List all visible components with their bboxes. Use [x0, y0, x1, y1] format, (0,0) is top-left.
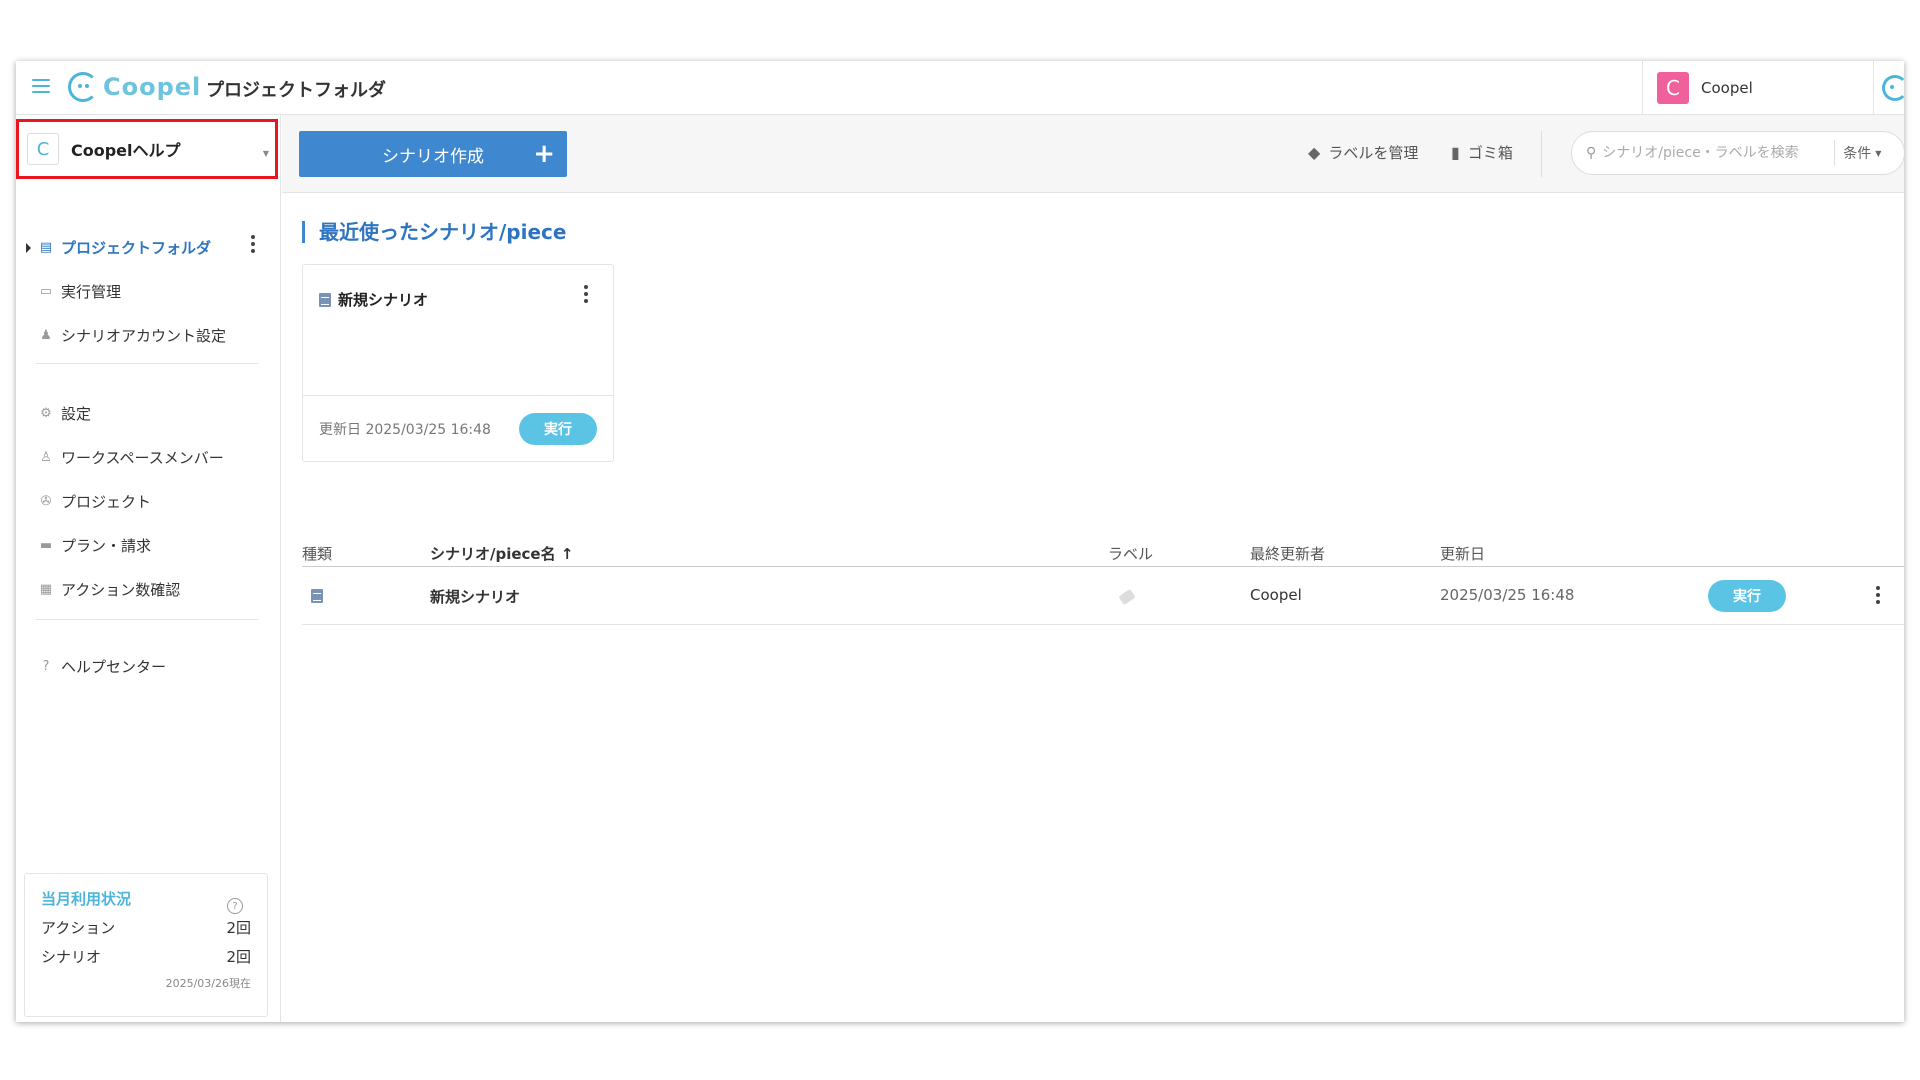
- create-scenario-label: シナリオ作成: [382, 146, 484, 167]
- workspace-icon: C: [27, 133, 59, 165]
- card-updated-date: 更新日 2025/03/25 16:48: [319, 421, 491, 438]
- workspace-name: Coopelヘルプ: [71, 141, 181, 160]
- card-more-icon[interactable]: [583, 285, 589, 306]
- divider: [1541, 131, 1542, 177]
- search-icon: ⚲: [1586, 145, 1597, 161]
- sidebar-item-label: 実行管理: [61, 283, 122, 301]
- trash-icon: ▮: [1451, 143, 1460, 162]
- sidebar-item-settings[interactable]: ⚙ 設定: [38, 403, 91, 424]
- usage-label: シナリオ: [41, 948, 102, 966]
- card-footer: 更新日 2025/03/25 16:48 実行: [303, 395, 613, 461]
- document-icon: [311, 589, 323, 603]
- logo-mark-icon: [68, 72, 98, 102]
- usage-value: 2回: [226, 948, 251, 966]
- conditions-label: 条件: [1843, 146, 1872, 162]
- run-button[interactable]: 実行: [1708, 580, 1786, 612]
- usage-title: 当月利用状況: [41, 890, 132, 908]
- gear-icon: ⚙: [40, 406, 52, 421]
- usage-as-of: 2025/03/26現在: [165, 977, 251, 990]
- create-scenario-button[interactable]: シナリオ作成 +: [299, 131, 567, 177]
- document-icon: [319, 292, 331, 307]
- sidebar-item-project-folder[interactable]: ▤ プロジェクトフォルダ: [38, 237, 211, 258]
- monthly-usage-panel: 当月利用状況 ? アクション 2回 シナリオ 2回 2025/03/26現在: [24, 873, 268, 1017]
- sidebar-item-label: ワークスペースメンバー: [61, 449, 224, 467]
- sidebar-item-label: プロジェクトフォルダ: [61, 239, 212, 257]
- usage-value: 2回: [226, 919, 251, 937]
- manage-labels-label: ラベルを管理: [1328, 144, 1419, 162]
- top-bar: Coopel プロジェクトフォルダ C Coopel: [16, 61, 1904, 115]
- tag-icon: ◆: [1308, 143, 1321, 162]
- search-box: ⚲ 条件 ▼: [1571, 131, 1904, 175]
- sidebar-item-plan-billing[interactable]: ▬ プラン・請求: [38, 535, 151, 556]
- logo-text: Coopel: [103, 73, 202, 101]
- help-icon: ?: [42, 659, 50, 674]
- column-updated[interactable]: 更新日: [1440, 543, 1485, 564]
- page-title: プロジェクトフォルダ: [206, 80, 386, 101]
- conditions-dropdown[interactable]: 条件 ▼: [1834, 140, 1881, 166]
- app-window: Coopel プロジェクトフォルダ C Coopel C Coopelヘルプ ▼…: [16, 61, 1904, 1022]
- row-more-icon[interactable]: [1875, 586, 1881, 607]
- folder-more-icon[interactable]: [250, 235, 256, 257]
- menu-icon[interactable]: [32, 79, 50, 95]
- table-row[interactable]: 新規シナリオ Coopel 2025/03/25 16:48 実行: [302, 567, 1904, 625]
- row-name[interactable]: 新規シナリオ: [430, 586, 520, 607]
- card-name: 新規シナリオ: [338, 291, 429, 309]
- scenario-table: 種類 シナリオ/piece名 ↑ ラベル 最終更新者 更新日 新規シナリオ Co…: [302, 541, 1904, 625]
- card-title[interactable]: 新規シナリオ: [319, 289, 428, 310]
- sidebar-item-scenario-account[interactable]: ♟ シナリオアカウント設定: [38, 325, 226, 346]
- sidebar-item-label: プラン・請求: [61, 537, 152, 555]
- toolbar: シナリオ作成 + ◆ ラベルを管理 ▮ ゴミ箱 ⚲ 条件 ▼: [282, 115, 1904, 193]
- tag-icon[interactable]: [1118, 588, 1136, 606]
- chevron-down-icon: ▼: [262, 149, 269, 158]
- usage-row-scenario: シナリオ 2回: [41, 946, 251, 967]
- trash-label: ゴミ箱: [1467, 144, 1513, 162]
- usage-row-action: アクション 2回: [41, 917, 251, 938]
- account-lock-icon: ♟: [40, 328, 52, 343]
- expand-arrow-icon[interactable]: [26, 243, 31, 253]
- recent-section-title: 最近使ったシナリオ/piece: [302, 221, 566, 243]
- recent-scenario-card[interactable]: 新規シナリオ 更新日 2025/03/25 16:48 実行: [302, 264, 614, 462]
- usage-label: アクション: [41, 919, 116, 937]
- project-icon: ✇: [40, 494, 52, 509]
- sidebar-item-label: アクション数確認: [61, 581, 181, 599]
- sidebar-item-action-count[interactable]: ▦ アクション数確認: [38, 579, 180, 600]
- folder-icon: ▤: [39, 240, 53, 255]
- user-menu[interactable]: C Coopel: [1642, 61, 1874, 115]
- row-updater: Coopel: [1250, 586, 1302, 604]
- divider: [36, 363, 258, 364]
- sidebar-item-label: プロジェクト: [61, 493, 152, 511]
- avatar: C: [1657, 72, 1689, 104]
- column-updater[interactable]: 最終更新者: [1250, 543, 1325, 564]
- card-icon: ▬: [39, 538, 53, 553]
- trash-button[interactable]: ▮ ゴミ箱: [1451, 142, 1513, 163]
- user-name: Coopel: [1701, 79, 1753, 97]
- sidebar-item-members[interactable]: ♙ ワークスペースメンバー: [38, 447, 224, 468]
- sidebar-item-execution[interactable]: ▭ 実行管理: [38, 281, 121, 302]
- manage-labels-button[interactable]: ◆ ラベルを管理: [1308, 142, 1418, 163]
- sidebar-item-project[interactable]: ✇ プロジェクト: [38, 491, 151, 512]
- column-name-sort[interactable]: シナリオ/piece名 ↑: [430, 543, 573, 564]
- column-type[interactable]: 種類: [302, 543, 332, 564]
- question-icon[interactable]: ?: [227, 898, 243, 914]
- assistant-icon[interactable]: [1882, 75, 1904, 101]
- members-icon: ♙: [40, 450, 52, 465]
- sidebar-item-label: ヘルプセンター: [61, 658, 167, 676]
- sidebar-item-label: シナリオアカウント設定: [61, 327, 227, 345]
- sidebar-item-label: 設定: [61, 405, 92, 423]
- counter-icon: ▦: [39, 582, 53, 597]
- calendar-icon: ▭: [39, 284, 53, 299]
- chevron-down-icon: ▼: [1875, 148, 1882, 158]
- plus-icon: +: [533, 139, 555, 169]
- sidebar-item-help-center[interactable]: ? ヘルプセンター: [38, 656, 166, 677]
- search-input[interactable]: [1602, 145, 1835, 161]
- run-button[interactable]: 実行: [519, 413, 597, 445]
- column-label[interactable]: ラベル: [1108, 543, 1153, 564]
- workspace-selector[interactable]: C Coopelヘルプ ▼: [16, 119, 278, 179]
- divider: [36, 619, 258, 620]
- table-header: 種類 シナリオ/piece名 ↑ ラベル 最終更新者 更新日: [302, 541, 1904, 567]
- row-updated: 2025/03/25 16:48: [1440, 586, 1575, 604]
- coopel-logo[interactable]: Coopel: [68, 72, 201, 102]
